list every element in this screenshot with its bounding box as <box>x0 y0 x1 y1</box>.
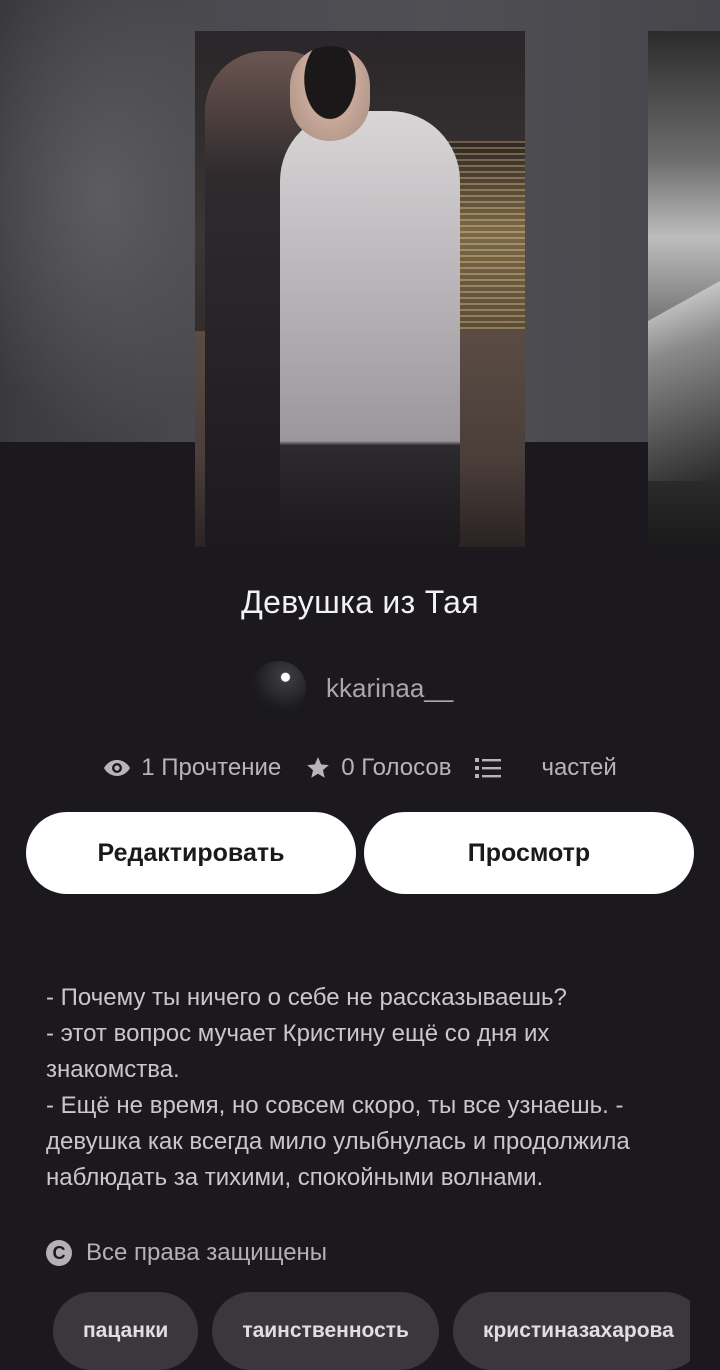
author-avatar[interactable] <box>252 661 306 715</box>
cover-figure-head <box>290 46 370 141</box>
votes-stat: 0 Голосов <box>305 754 451 782</box>
eye-icon <box>104 760 131 776</box>
author-link[interactable]: kkarinaa__ <box>252 661 453 715</box>
reads-count: 1 Прочтение <box>141 754 282 781</box>
star-icon <box>307 757 330 778</box>
copyright-notice: C Все права защищены <box>46 1234 327 1272</box>
edit-button[interactable]: Редактировать <box>26 812 356 894</box>
story-title: Девушка из Тая <box>241 584 479 620</box>
list-icon <box>475 758 502 778</box>
description-line: - Почему ты ничего о себе не рассказывае… <box>46 984 567 1011</box>
story-stats: 1 Прочтение 0 Голосов частей <box>0 748 720 788</box>
description-line: - этот вопрос мучает Кристину ещё со дня… <box>46 1020 550 1083</box>
description-line: - Ещё не время, но совсем скоро, ты все … <box>46 1092 630 1191</box>
copyright-icon: C <box>46 1240 72 1266</box>
story-description: - Почему ты ничего о себе не рассказывае… <box>46 980 686 1196</box>
votes-count: 0 Голосов <box>341 754 452 781</box>
next-story-cover[interactable] <box>648 31 720 547</box>
cover-figure-right <box>280 111 460 547</box>
reads-stat: 1 Прочтение <box>103 754 281 782</box>
view-button[interactable]: Просмотр <box>364 812 694 894</box>
tag-chip[interactable]: таинственность <box>212 1292 439 1370</box>
copyright-text: Все права защищены <box>86 1239 328 1266</box>
tag-chip[interactable]: кристиназахарова <box>452 1292 690 1370</box>
tag-list: пацанки таинственность кристиназахарова <box>53 1292 690 1370</box>
author-name[interactable]: kkarinaa__ <box>326 673 453 704</box>
story-cover-image[interactable] <box>195 31 525 547</box>
tag-chip[interactable]: пацанки <box>53 1292 199 1370</box>
parts-label: частей <box>541 754 617 781</box>
parts-stat: частей <box>475 754 617 782</box>
